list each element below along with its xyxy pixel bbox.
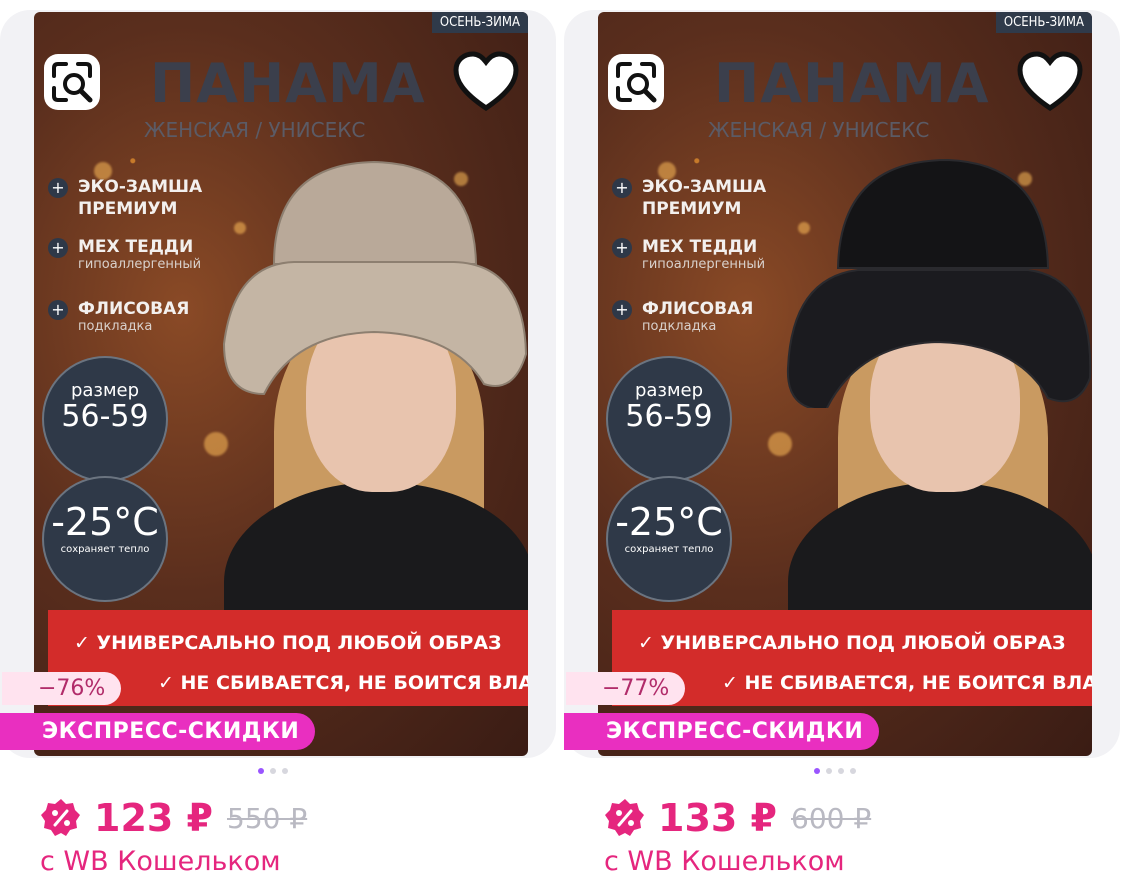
favorite-button[interactable] (1016, 50, 1083, 114)
image-pagination (814, 768, 856, 774)
size-badge: размер 56-59 (606, 356, 732, 482)
plus-icon: + (612, 178, 632, 198)
pagination-dot[interactable] (826, 768, 832, 774)
price-row: 123 ₽ 550 ₽ (40, 796, 307, 840)
find-similar-button[interactable] (40, 50, 104, 114)
pagination-dot[interactable] (282, 768, 288, 774)
temperature-note: сохраняет тепло (60, 544, 150, 555)
product-image[interactable]: ОСЕНЬ-ЗИМА ПАНАМА ЖЕНСКАЯ / УНИСЕКС + ЭК… (34, 12, 528, 756)
season-tag: ОСЕНЬ-ЗИМА (995, 12, 1092, 33)
product-title-overlay: ПАНАМА (150, 52, 426, 115)
pagination-dot[interactable] (814, 768, 820, 774)
feature-title-2: ПРЕМИУМ (78, 199, 178, 219)
heart-icon (453, 51, 519, 112)
wallet-note: с WB Кошельком (40, 846, 281, 877)
product-subtitle-overlay: ЖЕНСКАЯ / УНИСЕКС (708, 118, 930, 142)
express-discount-label: ЭКСПРЕСС-СКИДКИ (564, 713, 880, 750)
size-value: 56-59 (61, 399, 149, 434)
plus-icon: + (48, 238, 68, 258)
wallet-note: с WB Кошельком (604, 846, 845, 877)
feature-title: ФЛИСОВАЯ (78, 299, 190, 319)
search-similar-icon (608, 54, 664, 110)
feature-note: подкладка (78, 319, 153, 334)
feature-note: гипоаллергенный (642, 257, 766, 272)
feature-title-2: ПРЕМИУМ (642, 199, 742, 219)
feature-note: гипоаллергенный (78, 257, 202, 272)
heart-icon (1017, 51, 1083, 112)
temperature-note: сохраняет тепло (624, 544, 714, 555)
feature-item: + ФЛИСОВАЯ подкладка (612, 298, 753, 334)
temperature-value: -25°C (615, 500, 723, 544)
feature-item: + ЭКО-ЗАМША ПРЕМИУМ (612, 176, 766, 220)
feature-title: МЕХ ТЕДДИ (78, 237, 194, 257)
discount-badge: −77% (566, 672, 686, 705)
feature-item: + МЕХ ТЕДДИ гипоаллергенный (612, 236, 765, 272)
size-value: 56-59 (625, 399, 713, 434)
image-pagination (258, 768, 288, 774)
promo-line-1: ✓ УНИВЕРСАЛЬНО ПОД ЛЮБОЙ ОБРАЗ (638, 632, 1066, 654)
product-card[interactable]: ОСЕНЬ-ЗИМА ПАНАМА ЖЕНСКАЯ / УНИСЕКС + ЭК… (564, 0, 1124, 886)
feature-note: подкладка (642, 319, 717, 334)
current-price: 123 ₽ (94, 796, 213, 840)
promo-line-1: ✓ УНИВЕРСАЛЬНО ПОД ЛЮБОЙ ОБРАЗ (74, 632, 502, 654)
feature-title: ЭКО-ЗАМША (642, 177, 767, 197)
feature-item: + ЭКО-ЗАМША ПРЕМИУМ (48, 176, 202, 220)
discount-badge: −76% (2, 672, 122, 705)
bucket-hat (222, 160, 528, 396)
bucket-hat (786, 158, 1092, 408)
size-label: размер (70, 380, 140, 401)
season-tag: ОСЕНЬ-ЗИМА (431, 12, 528, 33)
plus-icon: + (48, 178, 68, 198)
product-image[interactable]: ОСЕНЬ-ЗИМА ПАНАМА ЖЕНСКАЯ / УНИСЕКС + ЭК… (598, 12, 1092, 756)
product-subtitle-overlay: ЖЕНСКАЯ / УНИСЕКС (144, 118, 366, 142)
bokeh-light (204, 432, 228, 456)
promo-line-2: ✓ НЕ СБИВАЕТСЯ, НЕ БОИТСЯ ВЛАГИ (722, 672, 1092, 694)
pagination-dot[interactable] (850, 768, 856, 774)
price-row: 133 ₽ 600 ₽ (604, 796, 871, 840)
feature-item: + МЕХ ТЕДДИ гипоаллергенный (48, 236, 201, 272)
pagination-dot[interactable] (258, 768, 264, 774)
bokeh-light (768, 432, 792, 456)
search-similar-icon (44, 54, 100, 110)
feature-title: ФЛИСОВАЯ (642, 299, 754, 319)
wallet-discount-icon (41, 799, 80, 836)
size-badge: размер 56-59 (42, 356, 168, 482)
express-discount-label: ЭКСПРЕСС-СКИДКИ (0, 713, 316, 750)
temperature-badge: -25°C сохраняет тепло (42, 476, 168, 602)
pagination-dot[interactable] (838, 768, 844, 774)
old-price: 600 ₽ (791, 801, 872, 835)
current-price: 133 ₽ (658, 796, 777, 840)
size-label: размер (634, 380, 704, 401)
find-similar-button[interactable] (604, 50, 668, 114)
plus-icon: + (48, 300, 68, 320)
feature-title: ЭКО-ЗАМША (78, 177, 203, 197)
promo-line-2: ✓ НЕ СБИВАЕТСЯ, НЕ БОИТСЯ ВЛАГИ (158, 672, 528, 694)
plus-icon: + (612, 238, 632, 258)
plus-icon: + (612, 300, 632, 320)
temperature-value: -25°C (51, 500, 159, 544)
temperature-badge: -25°C сохраняет тепло (606, 476, 732, 602)
old-price: 550 ₽ (227, 801, 308, 835)
product-card[interactable]: ОСЕНЬ-ЗИМА ПАНАМА ЖЕНСКАЯ / УНИСЕКС + ЭК… (0, 0, 560, 886)
product-title-overlay: ПАНАМА (714, 52, 990, 115)
feature-title: МЕХ ТЕДДИ (642, 237, 758, 257)
wallet-discount-icon (605, 799, 644, 836)
feature-item: + ФЛИСОВАЯ подкладка (48, 298, 189, 334)
pagination-dot[interactable] (270, 768, 276, 774)
favorite-button[interactable] (452, 50, 519, 114)
